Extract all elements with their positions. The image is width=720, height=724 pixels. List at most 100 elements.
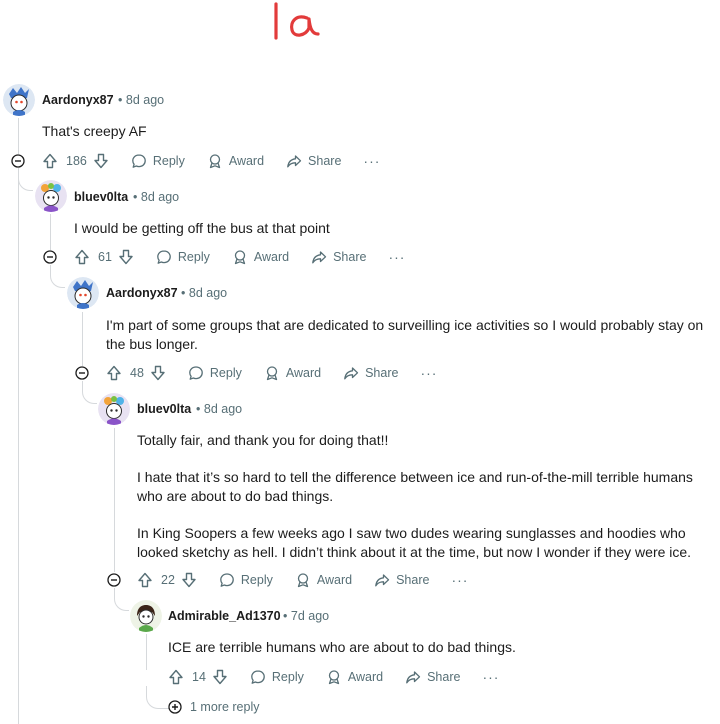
vote-count: 48 [130, 366, 144, 380]
share-arrow-icon [287, 155, 302, 168]
share-arrow-icon [312, 251, 327, 264]
comment-actions: 48 Reply Award Share ··· [106, 362, 437, 384]
minus-circle-icon[interactable] [43, 250, 57, 264]
comment-body: Totally fair, and thank you for doing th… [137, 431, 712, 562]
meta-separator: • [283, 609, 288, 623]
avatar[interactable] [98, 393, 130, 425]
comment-author[interactable]: Aardonyx87 [106, 286, 178, 300]
downvote-arrow-icon[interactable] [212, 669, 228, 685]
thread-line [114, 428, 115, 572]
award-label: Award [316, 573, 353, 587]
reply-button[interactable]: Reply [188, 365, 242, 381]
comment-meta: • 8d ago [181, 286, 227, 300]
thread-line [18, 118, 19, 154]
upvote-arrow-icon[interactable] [106, 365, 122, 381]
comment-paragraph: In King Soopers a few weeks ago I saw tw… [137, 525, 692, 560]
minus-circle-icon[interactable] [11, 154, 25, 168]
comment-timestamp[interactable]: 7d ago [291, 609, 329, 623]
speech-bubble-icon [220, 573, 234, 587]
comment-paragraph: Totally fair, and thank you for doing th… [137, 432, 389, 448]
comment-timestamp[interactable]: 8d ago [141, 190, 179, 204]
reply-label: Reply [240, 573, 273, 587]
thread-connector [18, 168, 33, 191]
share-arrow-icon [406, 671, 421, 684]
reply-label: Reply [209, 366, 242, 380]
comment-timestamp[interactable]: 8d ago [189, 286, 227, 300]
speech-bubble-icon [132, 154, 146, 168]
vote-count: 186 [66, 154, 87, 168]
minus-circle-icon[interactable] [75, 366, 89, 380]
comment-paragraph: That's creepy AF [42, 123, 147, 139]
comment-paragraph: ICE are terrible humans who are about to… [168, 639, 516, 655]
reply-label: Reply [177, 250, 210, 264]
award-button[interactable]: Award [264, 365, 321, 381]
more-options-button[interactable]: ··· [482, 669, 499, 685]
meta-separator: • [118, 93, 123, 107]
comment-author[interactable]: bluev0lta [74, 190, 128, 204]
comment-author[interactable]: bluev0lta [137, 402, 191, 416]
comment-body: I'm part of some groups that are dedicat… [106, 316, 710, 354]
thread-line [146, 634, 147, 670]
downvote-arrow-icon[interactable] [150, 365, 166, 381]
comment-timestamp[interactable]: 8d ago [204, 402, 242, 416]
upvote-arrow-icon[interactable] [137, 572, 153, 588]
upvote-arrow-icon[interactable] [168, 669, 184, 685]
award-label: Award [253, 250, 290, 264]
award-ribbon-icon [209, 154, 220, 169]
more-options-button[interactable]: ··· [363, 153, 380, 169]
speech-bubble-icon [157, 250, 171, 264]
award-button[interactable]: Award [207, 153, 264, 169]
speech-bubble-icon [251, 670, 265, 684]
plus-circle-icon [168, 700, 182, 714]
award-button[interactable]: Award [326, 669, 383, 685]
share-button[interactable]: Share [374, 572, 429, 588]
share-button[interactable]: Share [343, 365, 398, 381]
thread-line [18, 168, 19, 724]
upvote-arrow-icon[interactable] [42, 153, 58, 169]
meta-separator: • [181, 286, 186, 300]
avatar[interactable] [67, 277, 99, 309]
comment-timestamp[interactable]: 8d ago [126, 93, 164, 107]
award-button[interactable]: Award [232, 249, 289, 265]
avatar[interactable] [3, 84, 35, 116]
more-options-button[interactable]: ··· [420, 365, 437, 381]
downvote-arrow-icon[interactable] [181, 572, 197, 588]
reply-button[interactable]: Reply [131, 153, 185, 169]
comment-body: I would be getting off the bus at that p… [74, 219, 714, 238]
thread-connector [114, 588, 129, 611]
more-options-button[interactable]: ··· [451, 572, 468, 588]
reply-button[interactable]: Reply [250, 669, 304, 685]
share-button[interactable]: Share [405, 669, 460, 685]
award-label: Award [228, 154, 265, 168]
share-button[interactable]: Share [286, 153, 341, 169]
more-replies-label: 1 more reply [190, 700, 260, 714]
thread-connector [50, 265, 65, 288]
share-label: Share [365, 366, 399, 380]
award-label: Award [285, 366, 322, 380]
upvote-arrow-icon[interactable] [74, 249, 90, 265]
comment-paragraph: I would be getting off the bus at that p… [74, 220, 330, 236]
reply-button[interactable]: Reply [156, 249, 210, 265]
vote-count: 61 [98, 250, 112, 264]
comment-author[interactable]: Admirable_Ad1370 [168, 609, 281, 623]
vote-count: 14 [192, 670, 206, 684]
avatar[interactable] [35, 180, 67, 212]
vote-count: 22 [161, 573, 175, 587]
minus-circle-icon[interactable] [107, 573, 121, 587]
thread-line [82, 312, 83, 366]
award-ribbon-icon [266, 366, 278, 381]
reply-button[interactable]: Reply [219, 572, 273, 588]
downvote-arrow-icon[interactable] [118, 249, 134, 265]
avatar[interactable] [130, 600, 162, 632]
share-button[interactable]: Share [311, 249, 366, 265]
more-options-button[interactable]: ··· [388, 249, 405, 265]
award-ribbon-icon [297, 573, 309, 588]
more-replies-link[interactable]: 1 more reply [168, 700, 259, 714]
comment-meta: • 7d ago [283, 609, 329, 623]
award-button[interactable]: Award [295, 572, 352, 588]
downvote-arrow-icon[interactable] [93, 153, 109, 169]
comment-actions: 61 Reply Award Share ··· [74, 246, 405, 268]
award-ribbon-icon [234, 250, 246, 265]
share-label: Share [333, 250, 367, 264]
comment-author[interactable]: Aardonyx87 [42, 93, 114, 107]
